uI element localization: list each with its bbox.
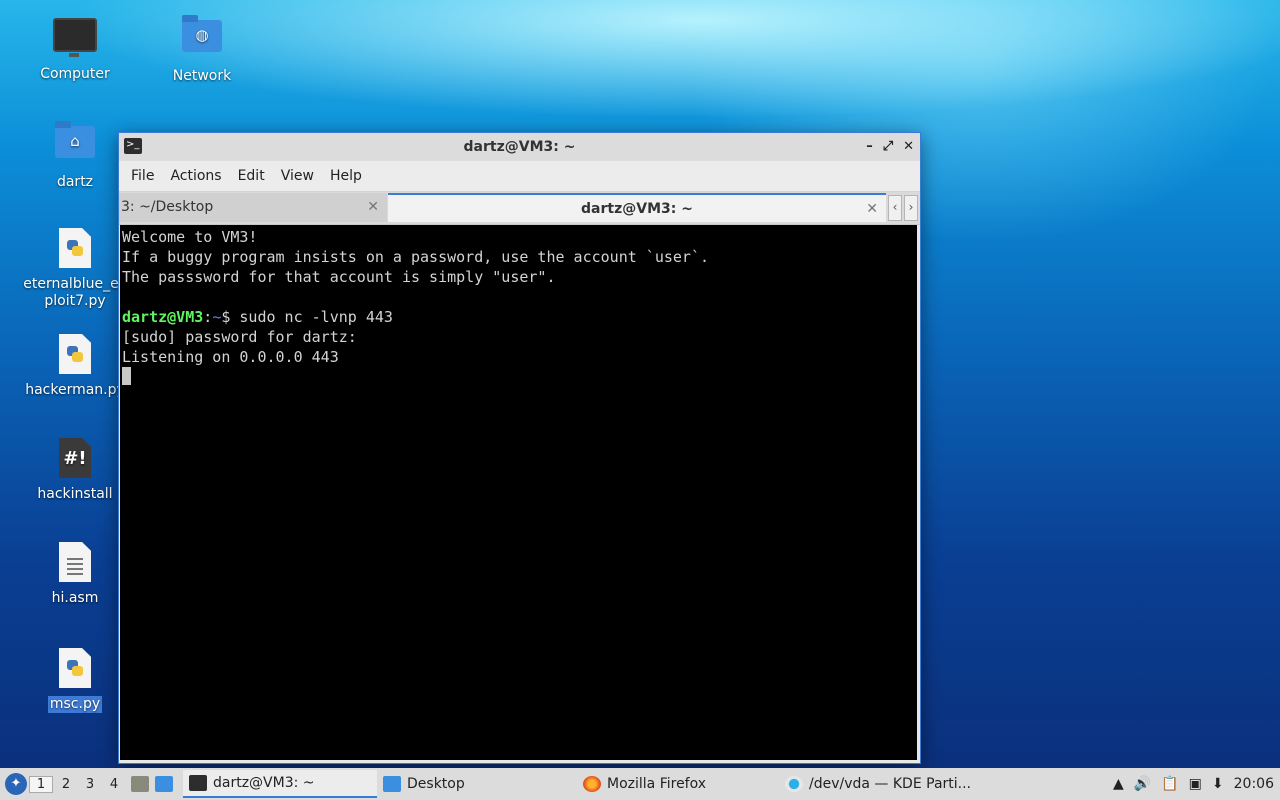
terminal-line: Listening on 0.0.0.0 443 — [122, 348, 339, 366]
terminal-window[interactable]: >_ dartz@VM3: ~ – ⤢ ✕ File Actions Edit … — [118, 132, 921, 764]
taskbar: ✦ 1 2 3 4 dartz@VM3: ~ Desktop Mozilla F… — [0, 768, 1280, 800]
task-kde-partition[interactable]: /dev/vda — KDE Parti... — [779, 770, 979, 798]
terminal-command: sudo nc -lvnp 443 — [239, 308, 393, 326]
prompt-separator: : — [203, 308, 213, 326]
shell-script-icon: #! — [53, 438, 97, 482]
python-file-icon — [53, 648, 97, 692]
maximize-button[interactable]: ⤢ — [883, 133, 893, 161]
terminal-line: [sudo] password for dartz: — [122, 328, 357, 346]
terminal-line: If a buggy program insists on a password… — [122, 248, 709, 266]
system-tray: ▲ 🔊 📋 ▣ ⬇ 20:06 — [1113, 776, 1280, 792]
workspace-2[interactable]: 2 — [55, 777, 77, 792]
desktop-icon-msc[interactable]: msc.py — [20, 646, 130, 713]
desktop-icon-label: hi.asm — [51, 590, 99, 606]
desktop-icon-label: dartz — [56, 174, 94, 190]
desktop-icon-label: Computer — [40, 66, 110, 82]
tab-label: 3: ~/Desktop — [121, 199, 214, 215]
desktop-icon-hi-asm[interactable]: hi.asm — [20, 540, 130, 607]
terminal-line: The passsword for that account is simply… — [122, 268, 556, 286]
tab-label: dartz@VM3: ~ — [581, 201, 693, 217]
volume-icon[interactable]: 🔊 — [1134, 776, 1151, 792]
task-label: /dev/vda — KDE Parti... — [809, 776, 972, 792]
desktop-icon-hackerman[interactable]: hackerman.py — [20, 332, 130, 399]
tab-scroll-right-button[interactable]: › — [904, 195, 918, 221]
prompt-dollar: $ — [221, 308, 240, 326]
desktop-icon-label: hackinstall — [37, 486, 113, 502]
workspace-3[interactable]: 3 — [79, 777, 101, 792]
tab-desktop[interactable]: 3: ~/Desktop ✕ — [119, 193, 387, 222]
text-file-icon — [53, 542, 97, 586]
desktop-icon-eternalblue[interactable]: eternalblue_exploit7.py — [15, 226, 135, 310]
desktop-icon-label: eternalblue_exploit7.py — [23, 276, 127, 309]
desktop-icon-network[interactable]: ◍ Network — [147, 14, 257, 85]
task-desktop[interactable]: Desktop — [377, 770, 577, 798]
python-file-icon — [53, 334, 97, 378]
tab-home[interactable]: dartz@VM3: ~ ✕ — [388, 193, 886, 222]
prompt-path: ~ — [212, 308, 222, 326]
update-notifier-icon[interactable]: ⬇ — [1212, 776, 1224, 792]
clock[interactable]: 20:06 — [1234, 776, 1274, 792]
tab-scroll-left-button[interactable]: ‹ — [888, 195, 902, 221]
folder-icon — [383, 776, 401, 792]
tab-close-icon[interactable]: ✕ — [367, 193, 379, 222]
menubar: File Actions Edit View Help — [119, 161, 920, 192]
workspace-4[interactable]: 4 — [103, 777, 125, 792]
task-label: Mozilla Firefox — [607, 776, 707, 792]
prompt-user: dartz@VM3 — [122, 308, 204, 326]
terminal-line: Welcome to VM3! — [122, 228, 258, 246]
terminal-output[interactable]: Welcome to VM3! If a buggy program insis… — [120, 225, 917, 760]
menu-help[interactable]: Help — [322, 168, 370, 184]
python-file-icon — [53, 228, 97, 272]
show-desktop-icon[interactable] — [155, 776, 173, 792]
desktop-icon-label: msc.py — [47, 696, 103, 713]
terminal-app-icon: >_ — [124, 138, 142, 154]
task-label: dartz@VM3: ~ — [213, 775, 315, 791]
desktop-icon-home[interactable]: ⌂ dartz — [20, 120, 130, 191]
partition-manager-icon — [785, 776, 803, 792]
menu-file[interactable]: File — [123, 168, 162, 184]
home-folder-icon: ⌂ — [53, 121, 97, 170]
terminal-cursor — [122, 367, 131, 385]
clipboard-icon[interactable]: 📋 — [1161, 776, 1178, 792]
task-terminal[interactable]: dartz@VM3: ~ — [183, 770, 377, 798]
network-folder-icon: ◍ — [180, 15, 224, 64]
firefox-icon — [583, 776, 601, 792]
start-menu-icon[interactable]: ✦ — [5, 773, 27, 795]
desktop-icon-hackinstall[interactable]: #! hackinstall — [20, 436, 130, 503]
desktop-icon-computer[interactable]: Computer — [20, 14, 130, 83]
terminal-app-icon — [189, 775, 207, 791]
menu-actions[interactable]: Actions — [162, 168, 229, 184]
window-title: dartz@VM3: ~ — [463, 139, 576, 155]
task-firefox[interactable]: Mozilla Firefox — [577, 770, 779, 798]
menu-edit[interactable]: Edit — [230, 168, 273, 184]
task-label: Desktop — [407, 776, 465, 792]
computer-icon — [53, 18, 97, 62]
close-button[interactable]: ✕ — [903, 133, 914, 161]
minimize-button[interactable]: – — [866, 133, 873, 161]
workspace-1[interactable]: 1 — [29, 775, 53, 793]
menu-view[interactable]: View — [273, 168, 322, 184]
window-titlebar[interactable]: >_ dartz@VM3: ~ – ⤢ ✕ — [119, 133, 920, 161]
tab-bar: 3: ~/Desktop ✕ dartz@VM3: ~ ✕ ‹ › — [119, 192, 920, 225]
tab-close-icon[interactable]: ✕ — [866, 195, 878, 224]
tray-expand-icon[interactable]: ▲ — [1113, 776, 1124, 792]
desktop-icon-label: Network — [172, 68, 232, 84]
file-manager-launcher-icon[interactable] — [131, 776, 149, 792]
network-icon[interactable]: ▣ — [1189, 776, 1202, 792]
desktop-icon-label: hackerman.py — [25, 382, 125, 398]
